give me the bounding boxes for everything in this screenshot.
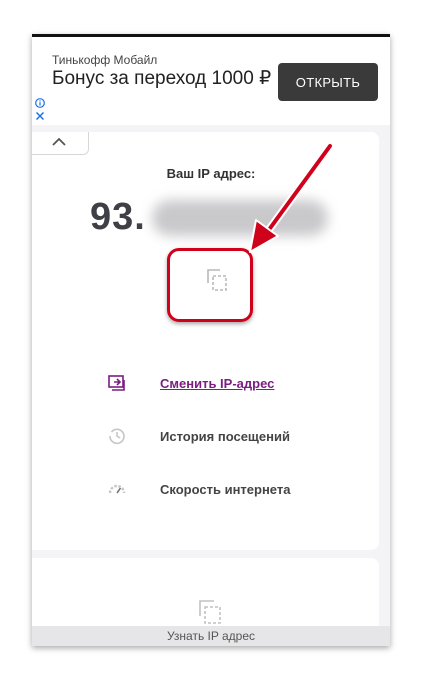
menu-item-label: История посещений (160, 428, 290, 444)
collapse-ad-button[interactable] (32, 132, 89, 155)
ad-banner[interactable]: Тинькофф Мобайл Бонус за переход 1000 ₽ … (32, 37, 390, 125)
menu-item-label: Скорость интернета (160, 481, 291, 497)
info-icon[interactable] (35, 98, 45, 108)
close-icon[interactable] (35, 111, 45, 121)
ad-brand: Тинькофф Мобайл (52, 53, 158, 67)
menu-item-label: Сменить IP-адрес (160, 375, 275, 391)
copy-icon (199, 600, 221, 624)
bottom-nav-find-ip[interactable]: Узнать IP адрес (32, 626, 390, 646)
chevron-up-icon (52, 137, 66, 146)
ip-address: 93. (90, 196, 146, 238)
pointer-arrow-icon (249, 142, 334, 253)
history-icon (109, 428, 125, 445)
speedometer-icon (108, 484, 126, 494)
change-ip-icon (108, 375, 125, 391)
phone-screen: Тинькофф Мобайл Бонус за переход 1000 ₽ … (32, 34, 390, 646)
copy-highlight-frame (167, 248, 253, 322)
ad-open-button[interactable]: ОТКРЫТЬ (278, 63, 378, 101)
ad-title: Бонус за переход 1000 ₽ (52, 68, 272, 89)
